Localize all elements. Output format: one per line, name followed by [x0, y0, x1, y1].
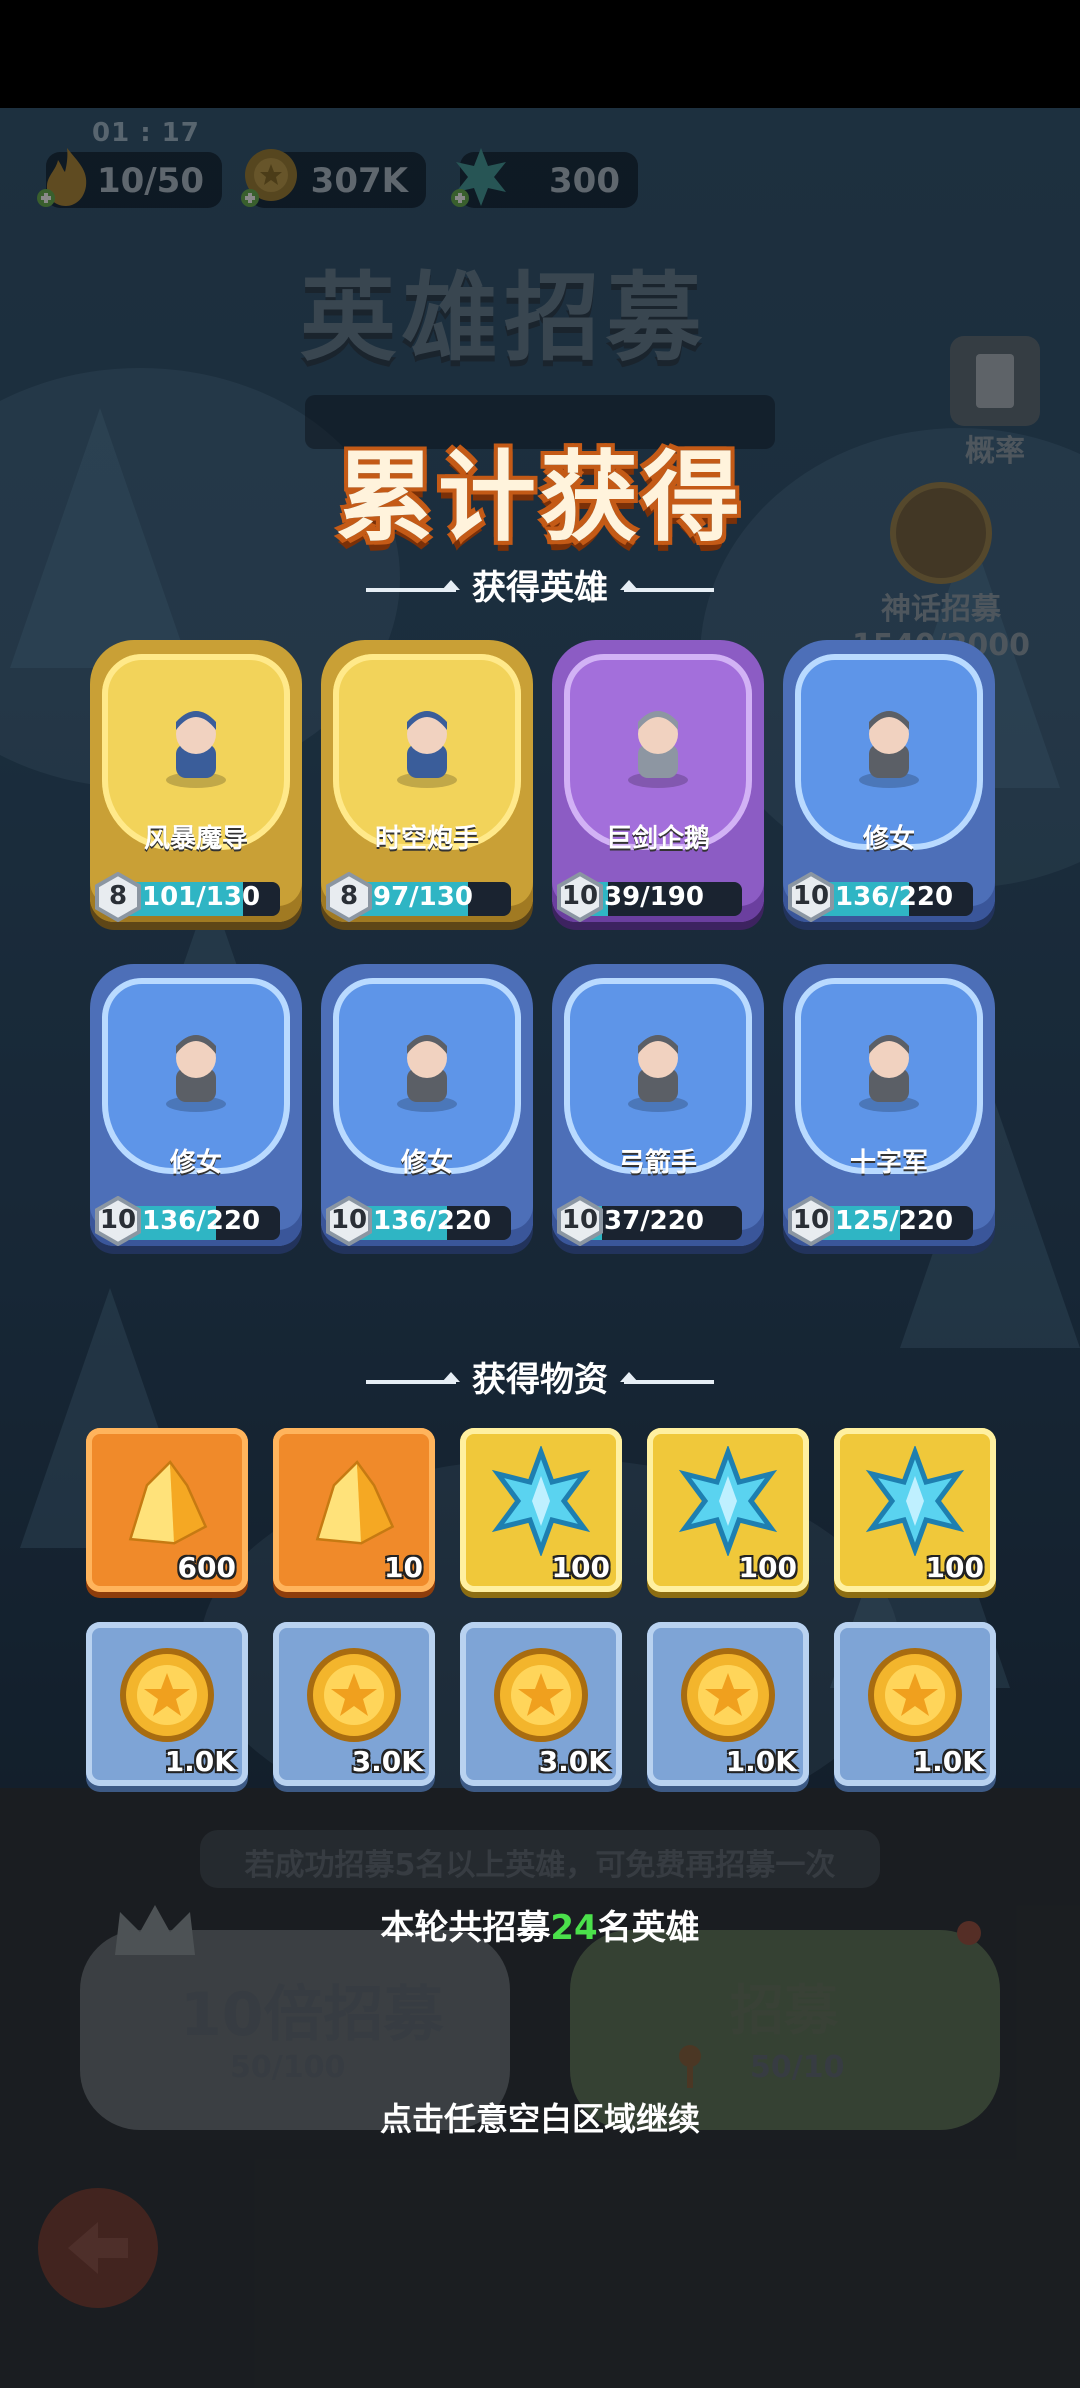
item-quantity: 1.0K	[725, 1745, 797, 1778]
hero-portrait-icon	[628, 1035, 688, 1112]
continue-hint: 点击任意空白区域继续	[379, 2100, 700, 2138]
item-tile[interactable]: 10	[273, 1428, 435, 1592]
divider-left	[366, 1371, 460, 1384]
item-tile[interactable]: 1.0K	[834, 1622, 996, 1786]
status-bar	[0, 0, 1080, 108]
item-quantity: 3.0K	[538, 1745, 610, 1778]
hero-portrait-icon	[397, 711, 457, 788]
divider-left	[366, 579, 460, 592]
hero-portrait-icon	[859, 711, 919, 788]
hero-level-badge: 10	[787, 1196, 835, 1246]
heroes-section-header: 获得英雄	[0, 560, 1080, 609]
hero-progress-text: 136/220	[835, 882, 954, 912]
hero-level-badge: 10	[556, 1196, 604, 1246]
results-title: 累计获得	[335, 441, 744, 555]
item-tile[interactable]: 600	[86, 1428, 248, 1592]
hero-card[interactable]: 风暴魔导 101/130 8	[90, 640, 302, 940]
hero-level: 10	[792, 1205, 830, 1235]
hero-level: 8	[339, 881, 359, 911]
divider-right	[620, 1371, 714, 1384]
hero-progress-text: 136/220	[142, 1206, 261, 1236]
hero-level: 10	[330, 1205, 368, 1235]
item-quantity: 1.0K	[912, 1745, 984, 1778]
item-tile[interactable]: 100	[460, 1428, 622, 1592]
hero-level: 10	[792, 881, 830, 911]
gold-coin-icon	[307, 1648, 401, 1742]
hero-name: 修女	[400, 1148, 453, 1178]
hero-name: 风暴魔导	[143, 824, 248, 854]
hero-portrait-icon	[859, 1035, 919, 1112]
item-quantity: 1.0K	[164, 1745, 236, 1778]
item-quantity: 10	[384, 1551, 423, 1584]
hero-progress-text: 125/220	[835, 1206, 954, 1236]
hero-name: 弓箭手	[618, 1148, 697, 1178]
recruit-summary-suffix: 名英雄	[597, 1908, 700, 1948]
blue-snowflake-gem-icon	[678, 1446, 778, 1556]
item-tile[interactable]: 1.0K	[647, 1622, 809, 1786]
hero-name: 修女	[862, 824, 915, 854]
hero-portrait-icon	[628, 711, 688, 788]
recruit-summary: 本轮共招募24名英雄	[0, 1900, 1080, 1949]
hero-name: 巨剑企鹅	[605, 824, 710, 854]
hero-card[interactable]: 时空炮手 97/130 8	[321, 640, 533, 940]
gold-coin-icon	[120, 1648, 214, 1742]
hero-progress-text: 37/220	[604, 1206, 704, 1236]
hero-level: 8	[108, 881, 128, 911]
recruit-summary-count: 24	[550, 1908, 598, 1948]
item-quantity: 600	[177, 1551, 236, 1584]
items-section-header: 获得物资	[0, 1352, 1080, 1401]
item-quantity: 100	[925, 1551, 984, 1584]
hero-name: 十字军	[849, 1148, 928, 1178]
hero-level-badge: 10	[556, 872, 604, 922]
item-quantity: 100	[738, 1551, 797, 1584]
hero-card[interactable]: 修女 136/220 10	[90, 964, 302, 1264]
divider-right	[620, 579, 714, 592]
blue-snowflake-gem-icon	[865, 1446, 965, 1556]
item-quantity: 100	[551, 1551, 610, 1584]
item-tile[interactable]: 1.0K	[86, 1622, 248, 1786]
heroes-section-title: 获得英雄	[472, 568, 608, 608]
hero-card[interactable]: 巨剑企鹅 39/190 10	[552, 640, 764, 940]
hero-name: 修女	[169, 1148, 222, 1178]
hero-level: 10	[561, 1205, 599, 1235]
hero-level-badge: 8	[325, 872, 373, 922]
hero-progress-text: 101/130	[142, 882, 261, 912]
hero-level: 10	[561, 881, 599, 911]
hero-card[interactable]: 修女 136/220 10	[321, 964, 533, 1264]
hero-card[interactable]: 十字军 125/220 10	[783, 964, 995, 1264]
gold-coin-icon	[868, 1648, 962, 1742]
gold-coin-icon	[494, 1648, 588, 1742]
hero-progress-text: 97/130	[373, 882, 473, 912]
hero-card[interactable]: 修女 136/220 10	[783, 640, 995, 940]
item-tile[interactable]: 100	[834, 1428, 996, 1592]
item-tile[interactable]: 3.0K	[273, 1622, 435, 1786]
hero-portrait-icon	[166, 711, 226, 788]
gold-crystal-icon	[315, 1460, 395, 1545]
hero-name: 时空炮手	[374, 824, 479, 854]
gold-coin-icon	[681, 1648, 775, 1742]
gold-crystal-icon	[128, 1460, 208, 1545]
recruit-summary-prefix: 本轮共招募	[380, 1908, 551, 1948]
items-section-title: 获得物资	[472, 1360, 608, 1400]
hero-level-badge: 10	[94, 1196, 142, 1246]
hero-level: 10	[99, 1205, 137, 1235]
hero-level-badge: 10	[325, 1196, 373, 1246]
blue-snowflake-gem-icon	[491, 1446, 591, 1556]
item-quantity: 3.0K	[351, 1745, 423, 1778]
item-tile[interactable]: 100	[647, 1428, 809, 1592]
hero-progress-text: 136/220	[373, 1206, 492, 1236]
hero-card[interactable]: 弓箭手 37/220 10	[552, 964, 764, 1264]
hero-level-badge: 8	[94, 872, 142, 922]
hero-progress-text: 39/190	[604, 882, 704, 912]
hero-level-badge: 10	[787, 872, 835, 922]
hero-portrait-icon	[397, 1035, 457, 1112]
item-tile[interactable]: 3.0K	[460, 1622, 622, 1786]
hero-portrait-icon	[166, 1035, 226, 1112]
